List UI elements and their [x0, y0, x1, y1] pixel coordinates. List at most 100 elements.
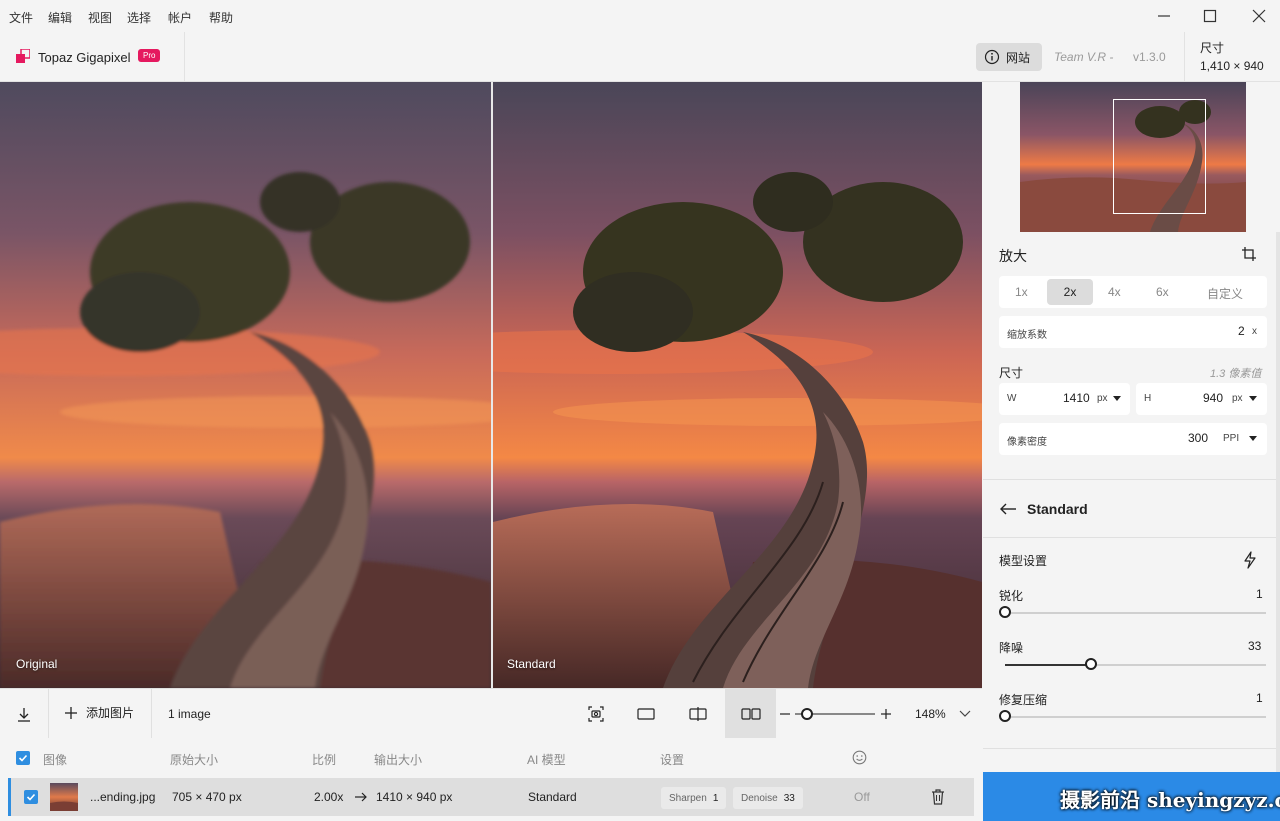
check-icon [26, 793, 36, 801]
scale-option-custom[interactable]: 自定义 [1207, 285, 1243, 302]
sharpen-label: 锐化 [999, 589, 1024, 603]
row-original-size: 705 × 470 px [172, 790, 242, 804]
sharpen-tag: Sharpen 1 [661, 787, 727, 809]
compression-slider-handle[interactable] [999, 710, 1011, 722]
density-unit-dropdown-icon[interactable] [1249, 436, 1257, 441]
compression-label: 修复压缩 [999, 693, 1048, 707]
maximize-icon[interactable] [1200, 6, 1220, 26]
column-ai-model[interactable]: AI 模型 [527, 751, 566, 768]
menu-account[interactable]: 帐户 [168, 9, 192, 26]
zoom-dropdown[interactable] [956, 689, 974, 739]
website-button[interactable]: 网站 [976, 43, 1042, 71]
sharpen-slider-handle[interactable] [999, 606, 1011, 618]
import-button[interactable] [0, 689, 48, 739]
menu-view[interactable]: 视图 [88, 9, 112, 26]
sharpen-slider-track[interactable] [1005, 612, 1266, 614]
team-text: Team V.R - [1054, 50, 1114, 64]
scale-option-6x[interactable]: 6x [1156, 285, 1169, 299]
side-by-side-view-button[interactable] [725, 689, 776, 739]
row-output-size: 1410 × 940 px [376, 790, 453, 804]
pro-badge: Pro [138, 49, 161, 62]
website-button-label: 网站 [1006, 50, 1031, 65]
processed-label: Standard [507, 657, 556, 671]
minimize-icon[interactable] [1154, 6, 1174, 26]
menu-help[interactable]: 帮助 [209, 9, 233, 26]
chevron-down-icon [959, 710, 971, 717]
app-name: Topaz Gigapixel [38, 50, 131, 65]
sharpen-value: 1 [1256, 587, 1263, 601]
scale-factor-field[interactable]: 缩放系数 2 x [999, 316, 1267, 348]
width-unit-dropdown-icon[interactable] [1113, 396, 1121, 401]
processed-image [493, 82, 982, 688]
megapixels: 1.3 像素值 [1210, 368, 1262, 380]
width-field[interactable]: W 1410 px [999, 383, 1130, 415]
processed-preview[interactable]: Standard [493, 82, 982, 688]
zoom-level[interactable]: 148% [915, 707, 946, 721]
toolbar-divider [151, 689, 152, 739]
menu-file[interactable]: 文件 [9, 9, 33, 26]
panel-divider [983, 479, 1280, 480]
navigator-viewport-box[interactable] [1113, 99, 1206, 214]
denoise-value: 33 [1248, 639, 1262, 653]
snapshot-button[interactable] [574, 689, 618, 739]
width-unit: px [1097, 393, 1108, 404]
output-size-label: 尺寸 [1200, 41, 1225, 55]
watermark-text: 摄影前沿 sheyingzyz.com [1060, 788, 1280, 812]
check-icon [18, 754, 28, 762]
row-checkbox[interactable] [24, 790, 38, 804]
column-ratio[interactable]: 比例 [312, 751, 336, 768]
side-by-side-icon [740, 708, 761, 720]
column-settings[interactable]: 设置 [660, 751, 684, 768]
denoise-slider-fill [1005, 664, 1092, 666]
zoom-out-button[interactable] [778, 689, 792, 739]
image-viewer[interactable]: Original Standard [0, 82, 982, 688]
crop-icon[interactable] [1241, 246, 1257, 262]
pixel-density-label: 像素密度 [1007, 437, 1047, 448]
original-preview[interactable]: Original [0, 82, 491, 688]
original-image [0, 82, 491, 688]
table-row[interactable]: ...ending.jpg 705 × 470 px 2.00x 1410 × … [8, 778, 974, 816]
height-value[interactable]: 940 [1203, 391, 1223, 405]
single-view-icon [637, 708, 655, 720]
row-thumbnail [50, 783, 78, 811]
sharpen-tag-value: 1 [712, 792, 719, 804]
menu-select[interactable]: 选择 [127, 9, 151, 26]
denoise-tag-value: 33 [783, 792, 795, 804]
compression-slider-track[interactable] [1005, 716, 1266, 718]
close-icon[interactable] [1249, 6, 1269, 26]
height-label: H [1144, 393, 1152, 404]
height-field[interactable]: H 940 px [1136, 383, 1267, 415]
scale-selector: 1x 2x 4x 6x 自定义 [999, 276, 1267, 308]
pixel-density-field[interactable]: 像素密度 300 PPI [999, 423, 1267, 455]
menu-edit[interactable]: 编辑 [48, 9, 72, 26]
zoom-in-button[interactable] [879, 689, 893, 739]
column-image[interactable]: 图像 [43, 751, 67, 768]
header-divider [184, 32, 185, 82]
scale-option-2x[interactable]: 2x [1047, 279, 1093, 305]
single-view-button[interactable] [624, 689, 668, 739]
upscale-title: 放大 [999, 248, 1027, 264]
zoom-slider-handle[interactable] [801, 708, 813, 720]
add-image-button[interactable]: 添加图片 [64, 704, 134, 721]
menu-bar: 文件 编辑 视图 选择 帐户 帮助 [0, 0, 1280, 32]
lightning-icon[interactable] [1243, 551, 1257, 569]
trash-icon[interactable] [931, 789, 945, 805]
info-icon [984, 49, 1000, 65]
select-all-checkbox[interactable] [16, 751, 30, 765]
pixel-density-value[interactable]: 300 [1188, 431, 1208, 445]
height-unit-dropdown-icon[interactable] [1249, 396, 1257, 401]
split-view-button[interactable] [676, 689, 720, 739]
back-arrow-icon[interactable] [999, 502, 1017, 516]
face-recovery-icon [852, 750, 867, 765]
width-value[interactable]: 1410 [1063, 391, 1090, 405]
column-original-size[interactable]: 原始大小 [170, 751, 218, 768]
denoise-tag: Denoise 33 [733, 787, 803, 809]
column-output-size[interactable]: 输出大小 [374, 751, 422, 768]
topaz-logo-icon [16, 49, 30, 63]
scale-option-4x[interactable]: 4x [1108, 285, 1121, 299]
dimensions-title: 尺寸 [999, 366, 1024, 380]
scale-factor-value[interactable]: 2 [1238, 324, 1245, 338]
height-unit: px [1232, 393, 1243, 404]
panel-scrollbar[interactable] [1276, 232, 1280, 772]
scale-option-1x[interactable]: 1x [1015, 285, 1028, 299]
